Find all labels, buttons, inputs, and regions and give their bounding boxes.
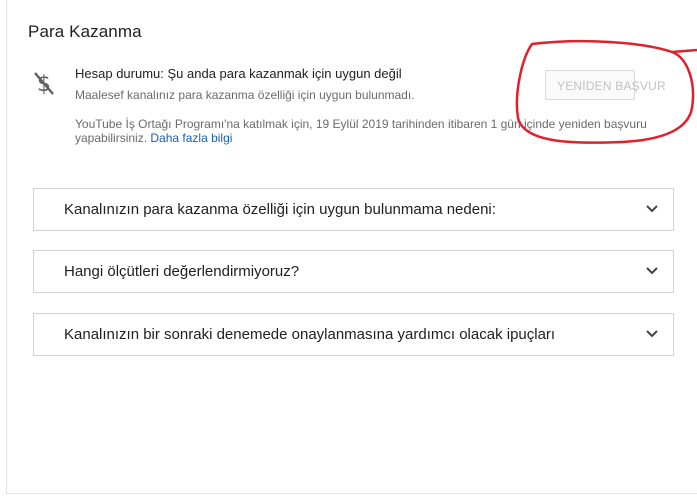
accordion-criteria[interactable]: Hangi ölçütleri değerlendirmiyoruz? (33, 250, 674, 293)
account-status-description: Maalesef kanalınız para kazanma özelliği… (75, 88, 415, 102)
chevron-down-icon (646, 205, 658, 213)
accordion-label: Hangi ölçütleri değerlendirmiyoruz? (64, 263, 300, 280)
page-title: Para Kazanma (28, 22, 142, 41)
accordion-tips[interactable]: Kanalınızın bir sonraki denemede onaylan… (33, 313, 674, 356)
reapply-info-line1: YouTube İş Ortağı Programı'na katılmak i… (75, 117, 647, 131)
accordion-label: Kanalınızın bir sonraki denemede onaylan… (64, 326, 556, 343)
reapply-info-text: YouTube İş Ortağı Programı'na katılmak i… (75, 117, 697, 145)
no-money-icon: $ (34, 72, 54, 96)
chevron-down-icon (646, 267, 658, 275)
account-status-label: Hesap durumu: Şu anda para kazanmak için… (75, 66, 402, 81)
accordion-label: Kanalınızın para kazanma özelliği için u… (64, 201, 496, 218)
accordion-ineligible-reason[interactable]: Kanalınızın para kazanma özelliği için u… (33, 188, 674, 231)
chevron-down-icon (646, 330, 658, 338)
learn-more-link[interactable]: Daha fazla bilgi (150, 131, 232, 145)
reapply-info-line2: yapabilirsiniz. (75, 131, 151, 145)
reapply-button[interactable]: YENİDEN BAŞVUR (545, 70, 666, 100)
